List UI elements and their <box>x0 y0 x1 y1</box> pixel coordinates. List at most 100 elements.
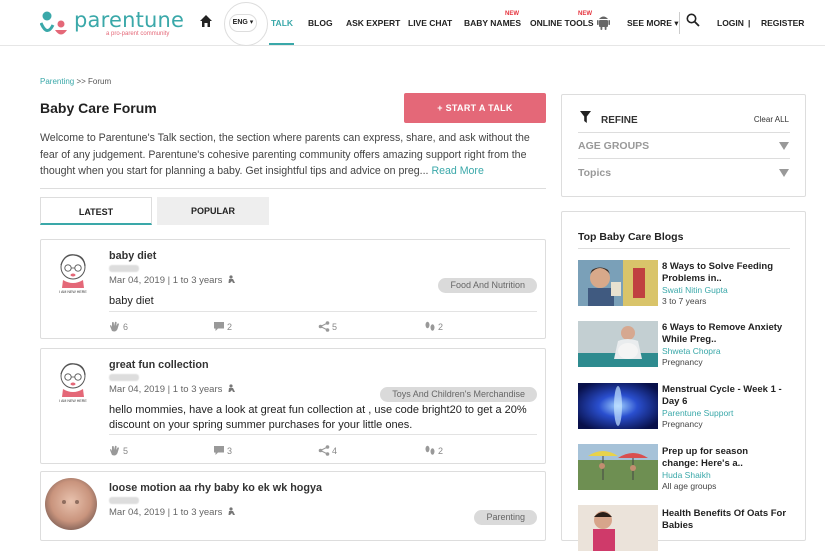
blog-author[interactable]: Huda Shaikh <box>662 470 711 480</box>
nav-see-more[interactable]: SEE MORE ▾ <box>627 18 679 29</box>
site-header: parentune a pro-parent community ENG ▾ T… <box>0 0 825 46</box>
avatar: I AM NEW HERE <box>56 363 90 403</box>
clear-all-link[interactable]: Clear ALL <box>754 115 789 124</box>
baby-icon <box>228 507 236 515</box>
avatar: I AM NEW HERE <box>56 254 90 294</box>
nav-talk[interactable]: TALK <box>271 18 293 28</box>
comments-count: 3 <box>227 445 233 456</box>
intro-text: Welcome to Parentune's Talk section, the… <box>40 130 548 180</box>
blog-thumbnail[interactable] <box>578 505 658 551</box>
shares-stat[interactable]: 5 <box>318 321 337 332</box>
baby-icon <box>228 275 236 283</box>
nav-active-indicator <box>269 43 294 45</box>
hands-count: 6 <box>123 321 129 332</box>
footprints-icon <box>425 321 435 331</box>
post-card[interactable]: loose motion aa rhy baby ko ek wk hogya … <box>40 471 546 541</box>
nav-live-chat[interactable]: LIVE CHAT <box>408 18 452 28</box>
tab-latest[interactable]: LATEST <box>40 197 152 225</box>
logo-tagline: a pro-parent community <box>106 31 170 37</box>
clap-hands-icon <box>110 445 119 456</box>
post-title[interactable]: baby diet <box>109 250 156 262</box>
blog-thumbnail[interactable] <box>578 444 658 490</box>
top-blogs-panel: Top Baby Care Blogs 8 Ways to Solve Feed… <box>561 211 806 551</box>
login-link[interactable]: LOGIN <box>717 18 744 28</box>
blogs-title: Top Baby Care Blogs <box>578 231 684 243</box>
comments-count: 2 <box>227 321 233 332</box>
refine-panel: REFINE Clear ALL AGE GROUPS Topics <box>561 94 806 197</box>
search-icon[interactable] <box>686 13 700 27</box>
intro-divider <box>40 188 546 189</box>
filter-age-groups[interactable]: AGE GROUPS <box>578 140 649 152</box>
post-meta: Mar 04, 2019 | 1 to 3 years <box>109 275 236 286</box>
breadcrumb-separator: >> <box>74 77 89 86</box>
comment-icon <box>214 446 224 455</box>
post-tag[interactable]: Toys And Children's Merchandise <box>380 387 537 402</box>
post-rule <box>109 311 537 312</box>
feet-count: 2 <box>438 321 444 332</box>
filter-topics[interactable]: Topics <box>578 167 611 179</box>
blog-title[interactable]: 8 Ways to Solve Feeding Problems in.. <box>662 261 787 285</box>
new-badge: NEW <box>578 11 592 17</box>
post-card[interactable]: I AM NEW HERE baby diet Mar 04, 2019 | 1… <box>40 239 546 339</box>
clap-hands-icon <box>110 321 119 332</box>
nav-online-tools[interactable]: ONLINE TOOLS <box>530 18 594 28</box>
language-selector[interactable]: ENG ▾ <box>229 14 257 32</box>
blog-author[interactable]: Shweta Chopra <box>662 346 721 356</box>
shares-count: 4 <box>332 445 338 456</box>
home-icon[interactable] <box>199 14 213 28</box>
blog-thumbnail[interactable] <box>578 383 658 429</box>
refine-rule <box>578 132 790 133</box>
feet-stat[interactable]: 2 <box>424 445 443 456</box>
blog-title[interactable]: Prep up for season change: Here's a.. <box>662 446 787 470</box>
blog-age: All age groups <box>662 481 717 491</box>
blog-title[interactable]: Health Benefits Of Oats For Babies <box>662 508 787 532</box>
breadcrumb-parenting[interactable]: Parenting <box>40 77 74 86</box>
post-meta: Mar 04, 2019 | 1 to 3 years <box>109 507 236 518</box>
nav-ask-expert[interactable]: ASK EXPERT <box>346 18 400 28</box>
chevron-down-icon[interactable] <box>779 168 789 178</box>
avatar <box>45 478 97 530</box>
post-tag[interactable]: Parenting <box>474 510 537 525</box>
post-meta: Mar 04, 2019 | 1 to 3 years <box>109 384 236 395</box>
read-more-link[interactable]: Read More <box>431 165 483 177</box>
comments-stat[interactable]: 2 <box>213 321 232 332</box>
chevron-down-icon[interactable] <box>779 141 789 151</box>
post-tag[interactable]: Food And Nutrition <box>438 278 537 293</box>
breadcrumb-current: Forum <box>88 77 112 86</box>
refine-rule <box>578 158 790 159</box>
post-title[interactable]: great fun collection <box>109 359 209 371</box>
post-title[interactable]: loose motion aa rhy baby ko ek wk hogya <box>109 482 322 494</box>
nav-baby-names[interactable]: BABY NAMES <box>464 18 521 28</box>
shares-count: 5 <box>332 321 338 332</box>
share-icon <box>318 445 330 456</box>
blog-thumbnail[interactable] <box>578 321 658 367</box>
register-link[interactable]: REGISTER <box>761 18 804 28</box>
svg-text:I AM NEW HERE: I AM NEW HERE <box>59 290 87 294</box>
filter-icon <box>580 111 591 123</box>
post-rule <box>109 434 537 435</box>
post-author-blurred <box>109 265 139 272</box>
parentune-logo[interactable]: parentune a pro-parent community <box>40 8 184 38</box>
start-talk-button[interactable]: + START A TALK <box>404 93 546 123</box>
blog-author[interactable]: Parentune Support <box>662 408 733 418</box>
hands-stat[interactable]: 6 <box>109 321 128 332</box>
post-author-blurred <box>109 497 139 504</box>
svg-text:I AM NEW HERE: I AM NEW HERE <box>59 399 87 403</box>
shares-stat[interactable]: 4 <box>318 445 337 456</box>
blog-title[interactable]: 6 Ways to Remove Anxiety While Preg.. <box>662 322 787 346</box>
nav-blog[interactable]: BLOG <box>308 18 333 28</box>
comments-stat[interactable]: 3 <box>213 445 232 456</box>
blog-title[interactable]: Menstrual Cycle - Week 1 - Day 6 <box>662 384 787 408</box>
comment-icon <box>214 322 224 331</box>
blog-author[interactable]: Swati Nitin Gupta <box>662 285 728 295</box>
hands-stat[interactable]: 5 <box>109 445 128 456</box>
post-card[interactable]: I AM NEW HERE great fun collection Mar 0… <box>40 348 546 464</box>
refine-title: REFINE <box>601 115 638 126</box>
tab-popular[interactable]: POPULAR <box>157 197 269 225</box>
blog-thumbnail[interactable] <box>578 260 658 306</box>
baby-icon <box>228 384 236 392</box>
android-icon[interactable] <box>597 14 610 30</box>
feet-stat[interactable]: 2 <box>424 321 443 332</box>
share-icon <box>318 321 330 332</box>
footprints-icon <box>425 445 435 455</box>
